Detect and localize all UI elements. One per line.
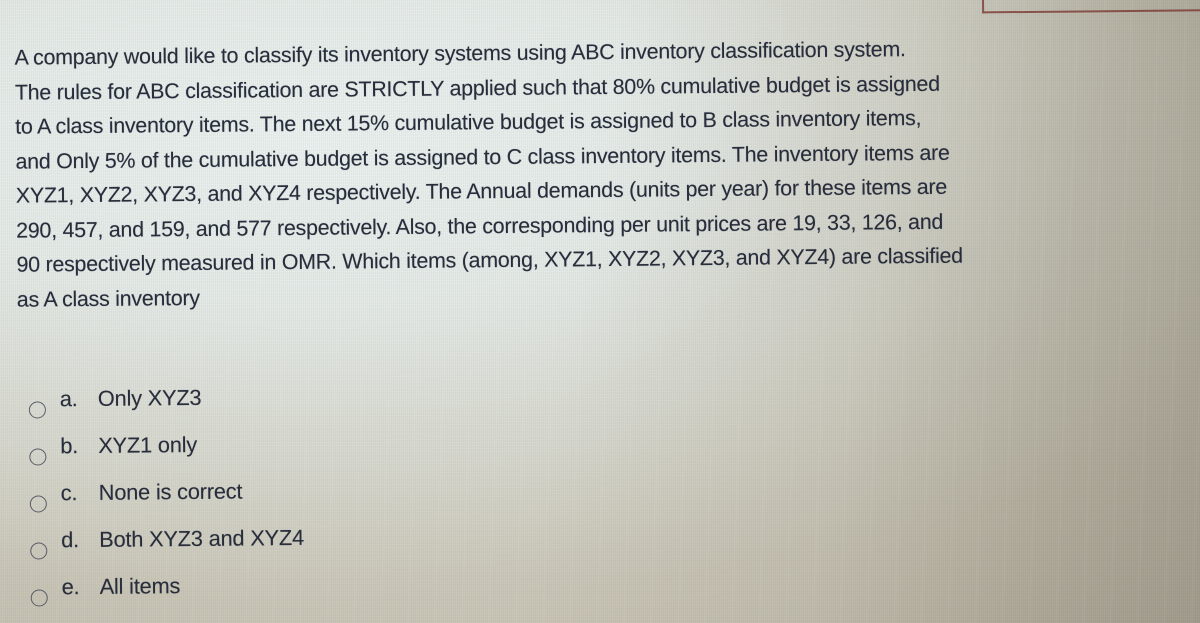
option-letter: e. — [61, 574, 80, 600]
radio-button-icon[interactable] — [29, 495, 47, 513]
photographed-screen: A company would like to classify its inv… — [0, 0, 1200, 623]
question-text: A company would like to classify its inv… — [14, 30, 1177, 317]
quiz-content: A company would like to classify its inv… — [0, 0, 1200, 623]
answer-option-a[interactable]: a. Only XYZ3 — [28, 380, 729, 434]
option-label: Both XYZ3 and XYZ4 — [99, 524, 305, 552]
option-letter: b. — [60, 433, 79, 459]
radio-button-icon[interactable] — [30, 589, 48, 607]
answer-option-e[interactable]: e. All items — [30, 568, 731, 622]
radio-button-icon[interactable] — [30, 542, 48, 560]
option-letter: a. — [59, 386, 78, 412]
option-letter: d. — [61, 527, 80, 553]
question-panel-border — [981, 0, 1200, 14]
option-label: All items — [99, 573, 181, 599]
answer-options-list: a. Only XYZ3 b. XYZ1 only c. None is cor… — [28, 380, 731, 622]
radio-button-icon[interactable] — [29, 448, 47, 466]
option-label: Only XYZ3 — [97, 384, 202, 411]
option-letter: c. — [60, 480, 78, 506]
answer-option-b[interactable]: b. XYZ1 only — [29, 427, 729, 481]
answer-option-d[interactable]: d. Both XYZ3 and XYZ4 — [30, 521, 730, 575]
option-label: None is correct — [98, 478, 243, 505]
answer-option-c[interactable]: c. None is correct — [29, 474, 730, 528]
option-label: XYZ1 only — [98, 431, 198, 458]
radio-button-icon[interactable] — [28, 401, 47, 419]
